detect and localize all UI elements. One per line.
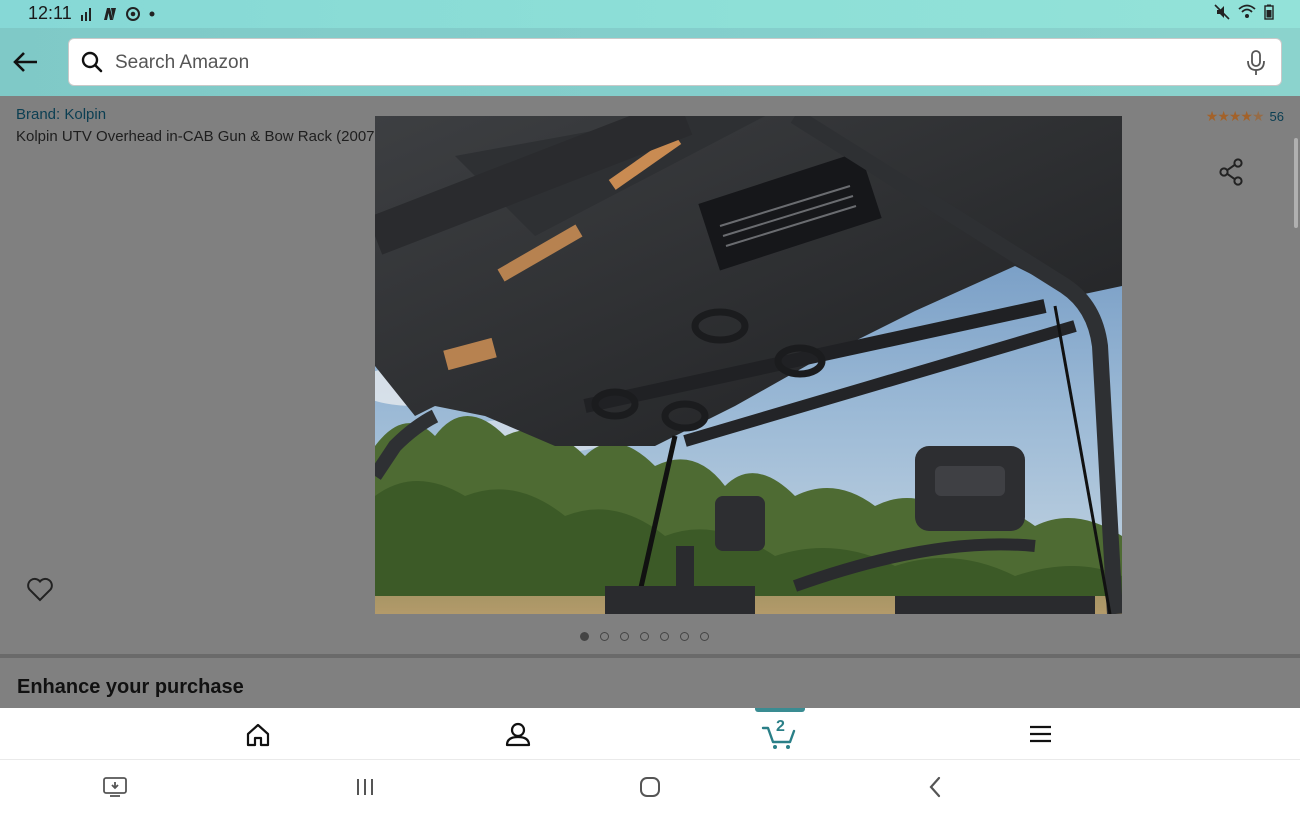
pagination-dot[interactable] [660, 632, 669, 641]
home-icon [246, 723, 270, 747]
search-input[interactable] [113, 39, 1217, 87]
menu-icon [1030, 725, 1051, 743]
dot-icon [149, 11, 155, 16]
enhance-section: Enhance your purchase [0, 658, 1300, 708]
image-pagination[interactable] [580, 632, 709, 641]
pagination-dot[interactable] [620, 632, 629, 641]
pagination-dot[interactable] [700, 632, 709, 641]
wifi-icon [1238, 4, 1256, 18]
app-header [0, 28, 1300, 96]
mute-icon [1214, 4, 1230, 20]
share-icon[interactable] [1218, 158, 1244, 186]
enhance-title: Enhance your purchase [17, 676, 244, 698]
nav-menu[interactable] [1010, 708, 1070, 759]
product-image-graphic [375, 116, 1122, 614]
product-image[interactable] [375, 116, 1122, 614]
back-button-icon[interactable] [922, 774, 948, 800]
bottom-nav: 2 [0, 708, 1300, 759]
status-time: 12:11 [28, 3, 72, 23]
brand-link[interactable]: Brand: Kolpin [16, 106, 106, 123]
nav-cart[interactable]: 2 [750, 708, 810, 759]
pagination-dot[interactable] [640, 632, 649, 641]
system-nav [0, 759, 1300, 813]
rating-count[interactable]: 56 [1270, 109, 1284, 124]
chrome-icon [125, 6, 140, 21]
rating-stars-icon: ★★★★★ [1205, 108, 1265, 124]
nav-home[interactable] [228, 708, 288, 759]
netflix-icon [103, 7, 116, 20]
home-button-icon[interactable] [637, 774, 663, 800]
product-overview: Brand: Kolpin Kolpin UTV Overhead in-CAB… [0, 96, 1300, 654]
status-left: 12:11 [28, 3, 156, 24]
recent-apps-icon[interactable] [352, 774, 378, 800]
search-box[interactable] [68, 38, 1282, 87]
status-right [1214, 4, 1274, 20]
signal-bars-icon [80, 7, 91, 21]
account-icon [505, 722, 531, 747]
mic-icon[interactable] [1245, 50, 1267, 76]
pagination-dot[interactable] [580, 632, 589, 641]
heart-icon[interactable] [26, 576, 54, 602]
battery-icon [1264, 4, 1274, 20]
pagination-dot[interactable] [600, 632, 609, 641]
status-bar: 12:11 [0, 0, 1300, 28]
scroll-indicator[interactable] [1294, 138, 1298, 228]
back-arrow-icon[interactable] [12, 50, 40, 74]
pagination-dot[interactable] [680, 632, 689, 641]
product-title: Kolpin UTV Overhead in-CAB Gun & Bow Rac… [16, 128, 376, 145]
search-icon [81, 51, 103, 73]
rating[interactable]: ★★★★★ 56 [1206, 108, 1284, 125]
nav-account[interactable] [488, 708, 548, 759]
cart-count: 2 [776, 718, 785, 735]
screen-mirror-icon[interactable] [102, 774, 128, 800]
